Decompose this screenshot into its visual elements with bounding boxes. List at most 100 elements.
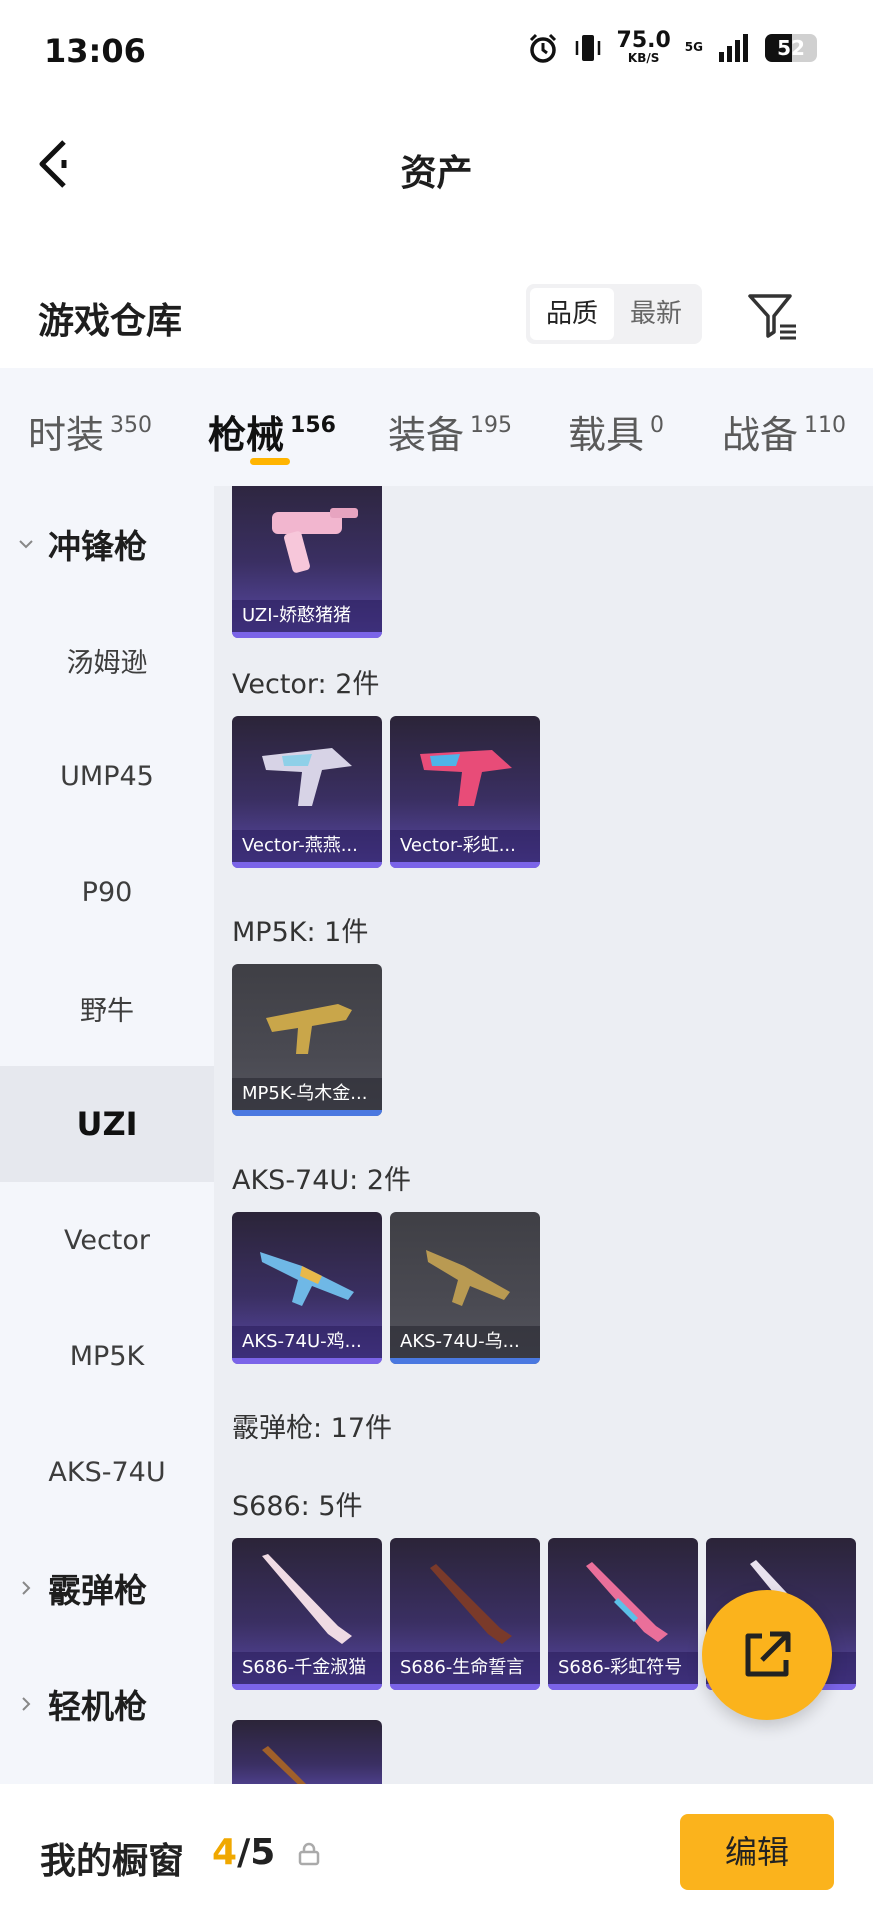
s686-skin-image bbox=[262, 1554, 352, 1644]
tab-battle-gear[interactable]: 战备 110 bbox=[722, 404, 846, 459]
filter-icon[interactable] bbox=[744, 288, 800, 344]
tab-vehicles[interactable]: 载具 0 bbox=[568, 404, 664, 459]
sort-segment: 品质 最新 bbox=[526, 284, 702, 344]
tab-count: 350 bbox=[110, 413, 153, 438]
chevron-right-icon bbox=[22, 1581, 31, 1595]
chevron-right-icon bbox=[22, 1697, 31, 1711]
rarity-bar bbox=[232, 1110, 382, 1116]
tab-label: 载具 bbox=[568, 413, 645, 457]
battery-icon: 52 bbox=[765, 33, 817, 62]
net-speed: 75.0 KB/S bbox=[617, 30, 671, 65]
s686-skin-image bbox=[262, 1746, 306, 1784]
item-card[interactable]: AKS-74U-乌... bbox=[390, 1212, 540, 1364]
tab-label: 战备 bbox=[722, 413, 799, 457]
sidebar-item-aks74u[interactable]: AKS-74U bbox=[0, 1414, 214, 1530]
sidebar-item-label: AKS-74U bbox=[48, 1456, 166, 1488]
showcase-bar: 我的橱窗 4/5 编辑 bbox=[0, 1784, 873, 1920]
tab-weapons[interactable]: 枪械 156 bbox=[208, 404, 336, 459]
status-bar: 13:06 75.0 KB/S 5G 52 bbox=[0, 0, 873, 104]
section-label: 霰弹枪: 17件 bbox=[232, 1413, 393, 1444]
network-label: 5G bbox=[684, 40, 703, 54]
item-card[interactable]: UZI-娇憨猪猪 bbox=[232, 486, 382, 638]
sidebar-item-vector[interactable]: Vector bbox=[0, 1182, 214, 1298]
tab-fashion[interactable]: 时装 350 bbox=[28, 404, 152, 459]
section-label: MP5K: 1件 bbox=[232, 917, 369, 948]
aks74u-skin-image bbox=[260, 1252, 354, 1306]
category-tabs: 时装 350 枪械 156 装备 195 载具 0 战备 110 bbox=[0, 368, 873, 486]
sidebar-item-label: 霰弹枪 bbox=[48, 1571, 147, 1610]
sidebar-item-label: 野牛 bbox=[80, 995, 134, 1027]
tab-count: 156 bbox=[290, 413, 336, 438]
rarity-bar bbox=[390, 1358, 540, 1364]
sidebar-item-uzi[interactable]: UZI bbox=[0, 1066, 214, 1182]
sidebar-item-p90[interactable]: P90 bbox=[0, 834, 214, 950]
chevron-down-icon bbox=[19, 540, 33, 549]
item-name: S686-生命誓言 bbox=[390, 1652, 540, 1684]
showcase-current: 4 bbox=[212, 1832, 238, 1873]
sort-quality-button[interactable]: 品质 bbox=[530, 288, 614, 340]
nav-bar: 资产 bbox=[0, 104, 873, 224]
sidebar-group-shotgun[interactable]: 霰弹枪 bbox=[0, 1530, 214, 1646]
sidebar-item-bizon[interactable]: 野牛 bbox=[0, 950, 214, 1066]
sidebar-item-label: Vector bbox=[63, 1224, 151, 1256]
sidebar-item-label: UMP45 bbox=[60, 760, 154, 792]
sidebar-item-label: 汤姆逊 bbox=[66, 647, 148, 679]
item-card[interactable]: S686-彩虹符号 bbox=[548, 1538, 698, 1690]
edit-button[interactable]: 编辑 bbox=[680, 1814, 834, 1890]
sidebar-item-label: 轻机枪 bbox=[48, 1687, 147, 1726]
item-card[interactable]: S686-生命誓言 bbox=[390, 1538, 540, 1690]
item-card[interactable]: Vector-燕燕... bbox=[232, 716, 382, 868]
share-icon bbox=[745, 1631, 791, 1677]
rarity-bar bbox=[390, 862, 540, 868]
sidebar-item-label: 冲锋枪 bbox=[48, 527, 147, 566]
signal-icon bbox=[719, 33, 748, 62]
status-time: 13:06 bbox=[44, 32, 146, 70]
item-card[interactable]: MP5K-乌木金... bbox=[232, 964, 382, 1116]
item-card[interactable]: Vector-彩虹... bbox=[390, 716, 540, 868]
tab-equipment[interactable]: 装备 195 bbox=[388, 404, 512, 459]
item-name: S686-千金淑猫 bbox=[232, 1652, 382, 1684]
sidebar-item-thompson[interactable]: 汤姆逊 bbox=[0, 602, 214, 718]
tab-label: 时装 bbox=[28, 413, 105, 457]
showcase-total: /5 bbox=[237, 1832, 276, 1873]
sidebar-item-label: UZI bbox=[76, 1105, 138, 1143]
item-name: UZI-娇憨猪猪 bbox=[232, 600, 382, 632]
tab-count: 110 bbox=[804, 413, 847, 438]
battery-level: 52 bbox=[777, 35, 805, 60]
sidebar-group-smg[interactable]: 冲锋枪 bbox=[0, 486, 214, 602]
tab-count: 195 bbox=[470, 413, 513, 438]
tab-count: 0 bbox=[650, 413, 665, 438]
lock-icon bbox=[298, 1842, 320, 1866]
showcase-title: 我的橱窗 bbox=[40, 1841, 185, 1882]
item-name: S686-彩虹符号 bbox=[548, 1652, 698, 1684]
item-name: MP5K-乌木金... bbox=[232, 1078, 382, 1110]
item-name: Vector-燕燕... bbox=[232, 830, 382, 862]
sidebar-group-lmg[interactable]: 轻机枪 bbox=[0, 1646, 214, 1762]
rarity-bar bbox=[548, 1684, 698, 1690]
item-card[interactable]: AKS-74U-鸡... bbox=[232, 1212, 382, 1364]
rarity-bar bbox=[232, 632, 382, 638]
rarity-bar bbox=[390, 1684, 540, 1690]
share-button[interactable] bbox=[702, 1590, 832, 1720]
item-card[interactable] bbox=[232, 1720, 382, 1784]
tab-label: 装备 bbox=[388, 413, 465, 457]
section-label: S686: 5件 bbox=[232, 1491, 363, 1522]
active-tab-indicator bbox=[250, 458, 290, 465]
vibrate-icon bbox=[575, 34, 600, 61]
showcase-count: 4/5 bbox=[212, 1832, 275, 1873]
warehouse-header: 游戏仓库 品质 最新 bbox=[0, 262, 873, 362]
vector-skin-image bbox=[262, 748, 352, 806]
vector-skin-image bbox=[420, 750, 512, 806]
tab-label: 枪械 bbox=[208, 413, 285, 457]
status-icons: 75.0 KB/S 5G 52 bbox=[527, 30, 817, 65]
rarity-bar bbox=[232, 1358, 382, 1364]
item-card[interactable]: S686-千金淑猫 bbox=[232, 1538, 382, 1690]
rarity-bar bbox=[232, 862, 382, 868]
sidebar-item-ump45[interactable]: UMP45 bbox=[0, 718, 214, 834]
sidebar: 冲锋枪 汤姆逊 UMP45 P90 野牛 UZI Vector MP5K AKS… bbox=[0, 486, 214, 1784]
uzi-skin-image bbox=[272, 508, 358, 573]
item-grid: UZI-娇憨猪猪 Vector: 2件 Vector-燕燕... Vector-… bbox=[214, 486, 873, 1784]
sidebar-item-label: MP5K bbox=[69, 1340, 145, 1372]
sort-newest-button[interactable]: 最新 bbox=[614, 288, 698, 340]
sidebar-item-mp5k[interactable]: MP5K bbox=[0, 1298, 214, 1414]
